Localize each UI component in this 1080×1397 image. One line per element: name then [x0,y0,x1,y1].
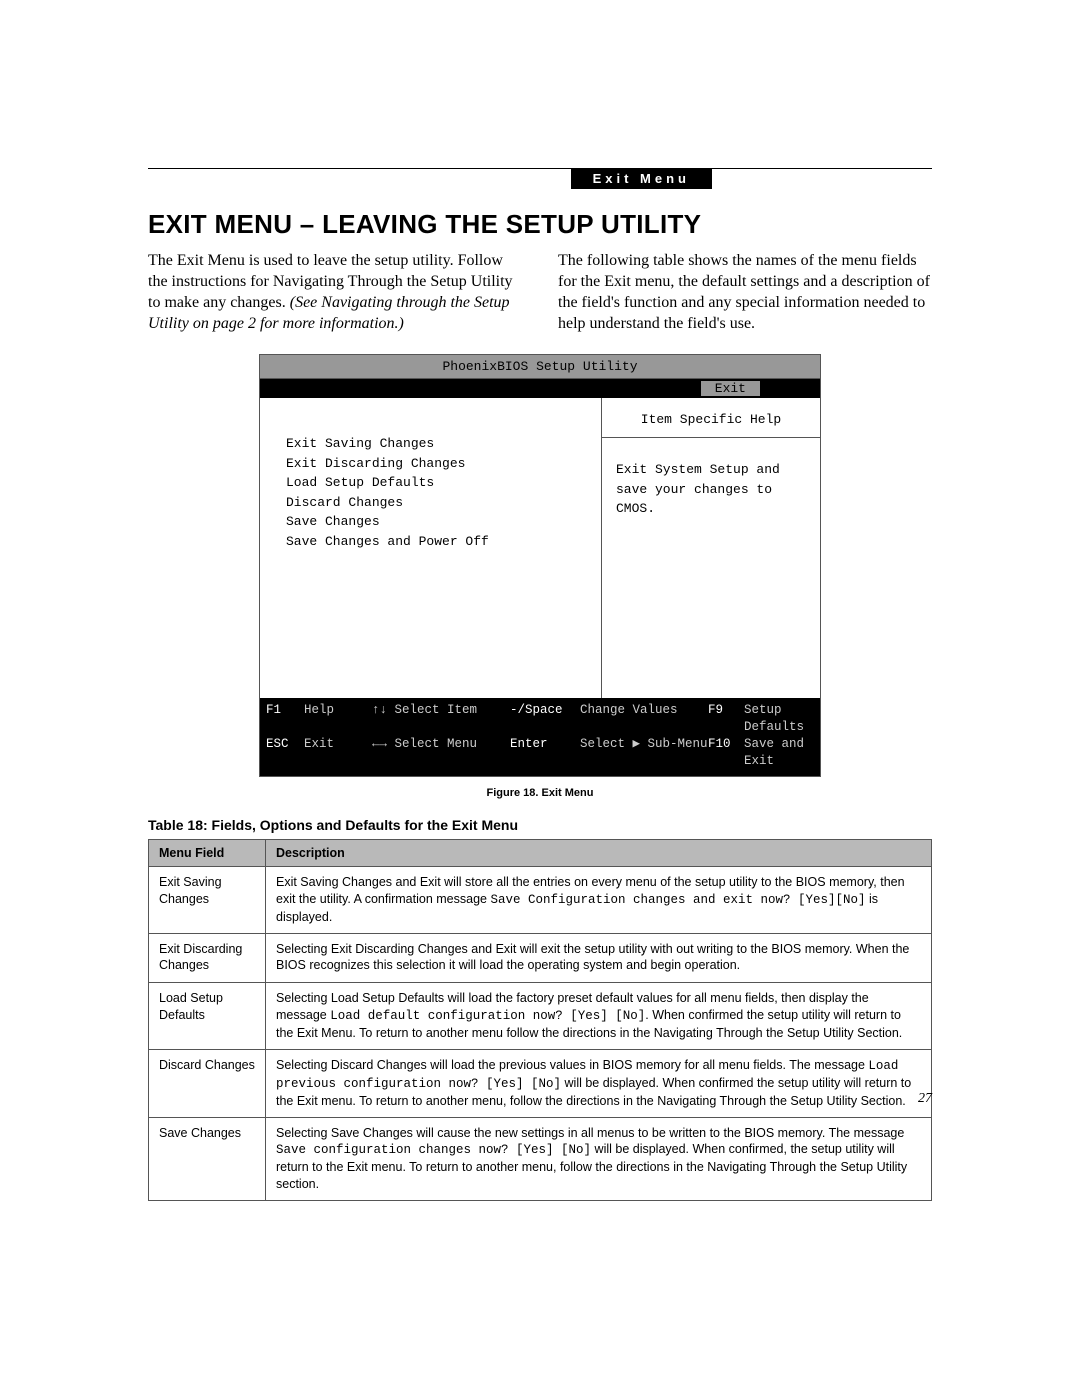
key-f10: F10 [708,736,744,770]
bios-footer: F1 Help ↑↓ Select Item -/Space Change Va… [260,698,820,776]
bios-screenshot: PhoenixBIOS Setup Utility Exit Exit Savi… [259,354,821,777]
key-esc: ESC [266,736,304,770]
page-number: 27 [918,1091,932,1107]
bios-menu-item: Save Changes [286,512,591,532]
cell-menu-field: Exit Saving Changes [149,866,266,933]
key-f1: F1 [266,702,304,736]
key-space: -/Space [510,702,580,736]
key-enter: Enter [510,736,580,770]
key-f9: F9 [708,702,744,736]
cell-description: Selecting Load Setup Defaults will load … [266,983,932,1050]
table-row: Load Setup Defaults Selecting Load Setup… [149,983,932,1050]
table-row: Discard Changes Selecting Discard Change… [149,1049,932,1117]
intro-left: The Exit Menu is used to leave the setup… [148,250,522,334]
bios-tabbar: Exit [260,379,820,398]
bios-menu-item: Exit Discarding Changes [286,454,591,474]
cell-menu-field: Load Setup Defaults [149,983,266,1050]
table-row: Save Changes Selecting Save Changes will… [149,1117,932,1201]
bios-help-title: Item Specific Help [602,398,820,438]
th-description: Description [266,839,932,866]
label-select-submenu: Select ▶ Sub-Menu [580,736,708,770]
bios-menu-item: Load Setup Defaults [286,473,591,493]
label-help: Help [304,702,372,736]
cell-description: Selecting Exit Discarding Changes and Ex… [266,933,932,983]
bios-menu-item: Exit Saving Changes [286,434,591,454]
cell-description: Selecting Discard Changes will load the … [266,1049,932,1117]
fields-table: Menu Field Description Exit Saving Chang… [148,839,932,1201]
cell-description: Exit Saving Changes and Exit will store … [266,866,932,933]
table-row: Exit Discarding Changes Selecting Exit D… [149,933,932,983]
label-select-menu: Select Menu [395,737,478,751]
th-menu-field: Menu Field [149,839,266,866]
cell-menu-field: Exit Discarding Changes [149,933,266,983]
label-setup-defaults: Setup Defaults [744,702,814,736]
header-rule: Exit Menu [148,168,932,169]
page-title: EXIT MENU – LEAVING THE SETUP UTILITY [148,209,932,240]
arrows-leftright-icon: ←→ [372,737,387,751]
bios-menu-list: Exit Saving Changes Exit Discarding Chan… [260,398,601,698]
table-row: Exit Saving Changes Exit Saving Changes … [149,866,932,933]
cell-menu-field: Save Changes [149,1117,266,1201]
bios-help-body: Exit System Setup and save your changes … [602,438,820,529]
intro-columns: The Exit Menu is used to leave the setup… [148,250,932,334]
figure-caption: Figure 18. Exit Menu [148,787,932,799]
bios-menu-item: Save Changes and Power Off [286,532,591,552]
table-caption: Table 18: Fields, Options and Defaults f… [148,817,932,833]
label-change-values: Change Values [580,702,708,736]
label-select-item: Select Item [395,703,478,717]
label-save-exit: Save and Exit [744,736,814,770]
bios-titlebar: PhoenixBIOS Setup Utility [260,355,820,379]
bios-tab-exit: Exit [701,381,760,396]
bios-menu-item: Discard Changes [286,493,591,513]
cell-menu-field: Discard Changes [149,1049,266,1117]
cell-description: Selecting Save Changes will cause the ne… [266,1117,932,1201]
header-tab: Exit Menu [571,168,712,189]
label-exit: Exit [304,736,372,770]
intro-right: The following table shows the names of t… [558,250,932,334]
arrows-updown-icon: ↑↓ [372,703,387,717]
